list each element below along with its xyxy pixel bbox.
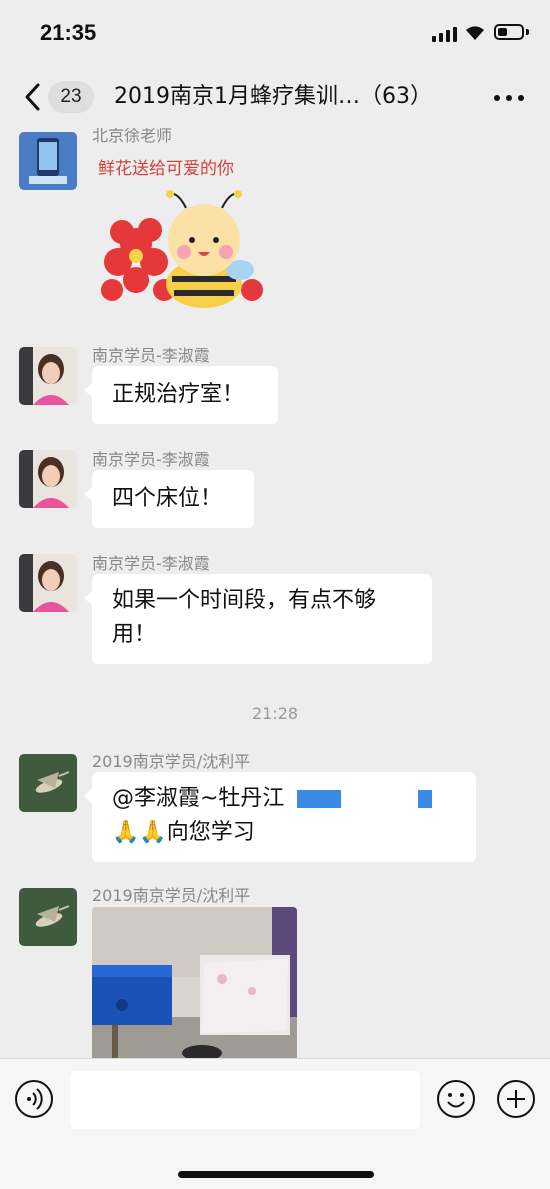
message-input[interactable]	[70, 1071, 420, 1129]
sticker-image[interactable]: 鲜花送给可爱的你	[92, 144, 272, 314]
sticker-text: 鲜花送给可爱的你	[98, 159, 234, 179]
sender-name: 南京学员-李淑霞	[92, 346, 210, 365]
status-bar: 21:35	[0, 0, 550, 66]
message-text-line: 用！	[112, 622, 157, 647]
back-icon[interactable]	[22, 82, 44, 112]
avatar-shen-liping[interactable]	[19, 754, 77, 812]
plus-icon[interactable]	[496, 1079, 536, 1119]
sender-name: 2019南京学员/沈利平	[92, 752, 251, 771]
avatar-sender-1[interactable]	[19, 132, 77, 190]
message-text: 四个床位！	[112, 486, 223, 511]
input-bar	[0, 1058, 550, 1189]
avatar-li-shuxia[interactable]	[19, 554, 77, 612]
sender-name: 南京学员-李淑霞	[92, 450, 210, 469]
more-icon[interactable]	[494, 94, 524, 102]
voice-icon[interactable]	[14, 1079, 54, 1119]
time-divider: 21:28	[251, 704, 299, 723]
home-indicator	[178, 1171, 374, 1178]
nav-bar: 23 2019南京1月蜂疗集训…（63）	[0, 66, 550, 128]
message-text-line: 如果一个时间段，有点不够	[112, 588, 377, 613]
chat-screen: 21:35 23 2019南京1月蜂疗集训…（63） 北京徐老师 鲜花送给可爱的…	[0, 0, 550, 1189]
chat-area[interactable]: 北京徐老师 鲜花送给可爱的你 南京学员-李淑霞 正规治疗室！ 南京学员-李淑霞 …	[0, 128, 550, 1058]
message-text: 正规治疗室！	[112, 382, 245, 407]
message-bubble[interactable]: 正规治疗室！	[84, 366, 278, 424]
battery-icon	[494, 24, 524, 40]
unread-count-badge[interactable]: 23	[48, 81, 94, 113]
emoji-icon[interactable]	[436, 1079, 476, 1119]
chat-title: 2019南京1月蜂疗集训…（63）	[114, 84, 432, 109]
avatar-shen-liping[interactable]	[19, 888, 77, 946]
avatar-li-shuxia[interactable]	[19, 347, 77, 405]
message-text-line: @李淑霞~牡丹江	[112, 786, 285, 811]
avatar-li-shuxia[interactable]	[19, 450, 77, 508]
redaction-mark	[297, 790, 342, 808]
redaction-mark	[418, 790, 433, 808]
image-message[interactable]	[92, 907, 297, 1058]
signal-icon	[432, 26, 458, 42]
wifi-icon	[466, 26, 484, 40]
message-bubble[interactable]: 四个床位！	[84, 470, 254, 528]
sender-name: 南京学员-李淑霞	[92, 554, 210, 573]
status-time: 21:35	[40, 20, 97, 45]
message-text-line: 🙏🙏向您学习	[112, 820, 255, 845]
message-bubble[interactable]: 如果一个时间段，有点不够 用！	[84, 574, 432, 664]
sender-name: 2019南京学员/沈利平	[92, 886, 251, 905]
message-bubble[interactable]: @李淑霞~牡丹江 🙏🙏向您学习	[84, 772, 476, 862]
battery-cap	[526, 29, 529, 35]
